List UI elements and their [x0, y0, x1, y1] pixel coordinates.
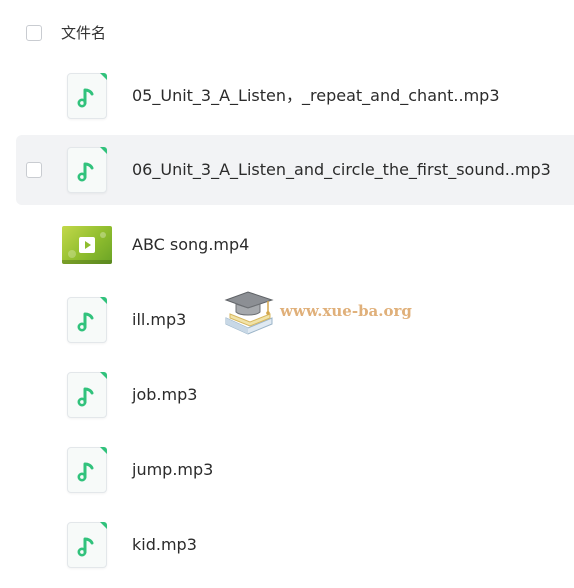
- file-name[interactable]: 05_Unit_3_A_Listen，_repeat_and_chant..mp…: [132, 86, 500, 106]
- audio-file-icon: [67, 297, 107, 343]
- file-row[interactable]: jump.mp3: [16, 435, 574, 505]
- watermark-text: www.xue-ba.org: [280, 302, 412, 320]
- music-note-icon: [77, 312, 94, 332]
- file-name[interactable]: jump.mp3: [132, 460, 213, 480]
- watermark: www.xue-ba.org: [222, 288, 422, 338]
- file-row[interactable]: 06_Unit_3_A_Listen_and_circle_the_first_…: [16, 135, 574, 205]
- column-header-filename[interactable]: 文件名: [61, 23, 106, 43]
- file-name[interactable]: ill.mp3: [132, 310, 186, 330]
- file-list-header: 文件名: [0, 0, 574, 66]
- file-row[interactable]: kid.mp3: [16, 510, 574, 580]
- music-note-icon: [77, 537, 94, 557]
- audio-file-icon: [67, 522, 107, 568]
- music-note-icon: [77, 462, 94, 482]
- file-name[interactable]: job.mp3: [132, 385, 197, 405]
- video-thumbnail-play-icon: [62, 226, 112, 264]
- music-note-icon: [77, 162, 94, 182]
- row-checkbox[interactable]: [26, 162, 42, 178]
- audio-file-icon: [67, 372, 107, 418]
- select-all-checkbox[interactable]: [26, 25, 42, 41]
- file-row[interactable]: 05_Unit_3_A_Listen，_repeat_and_chant..mp…: [16, 61, 574, 131]
- file-name[interactable]: kid.mp3: [132, 535, 197, 555]
- audio-file-icon: [67, 73, 107, 119]
- file-row[interactable]: job.mp3: [16, 360, 574, 430]
- audio-file-icon: [67, 147, 107, 193]
- file-name[interactable]: ABC song.mp4: [132, 235, 249, 255]
- file-name[interactable]: 06_Unit_3_A_Listen_and_circle_the_first_…: [132, 160, 551, 180]
- file-row[interactable]: ABC song.mp4: [16, 210, 574, 280]
- audio-file-icon: [67, 447, 107, 493]
- music-note-icon: [77, 88, 94, 108]
- graduation-cap-book-icon: [224, 291, 274, 335]
- music-note-icon: [77, 387, 94, 407]
